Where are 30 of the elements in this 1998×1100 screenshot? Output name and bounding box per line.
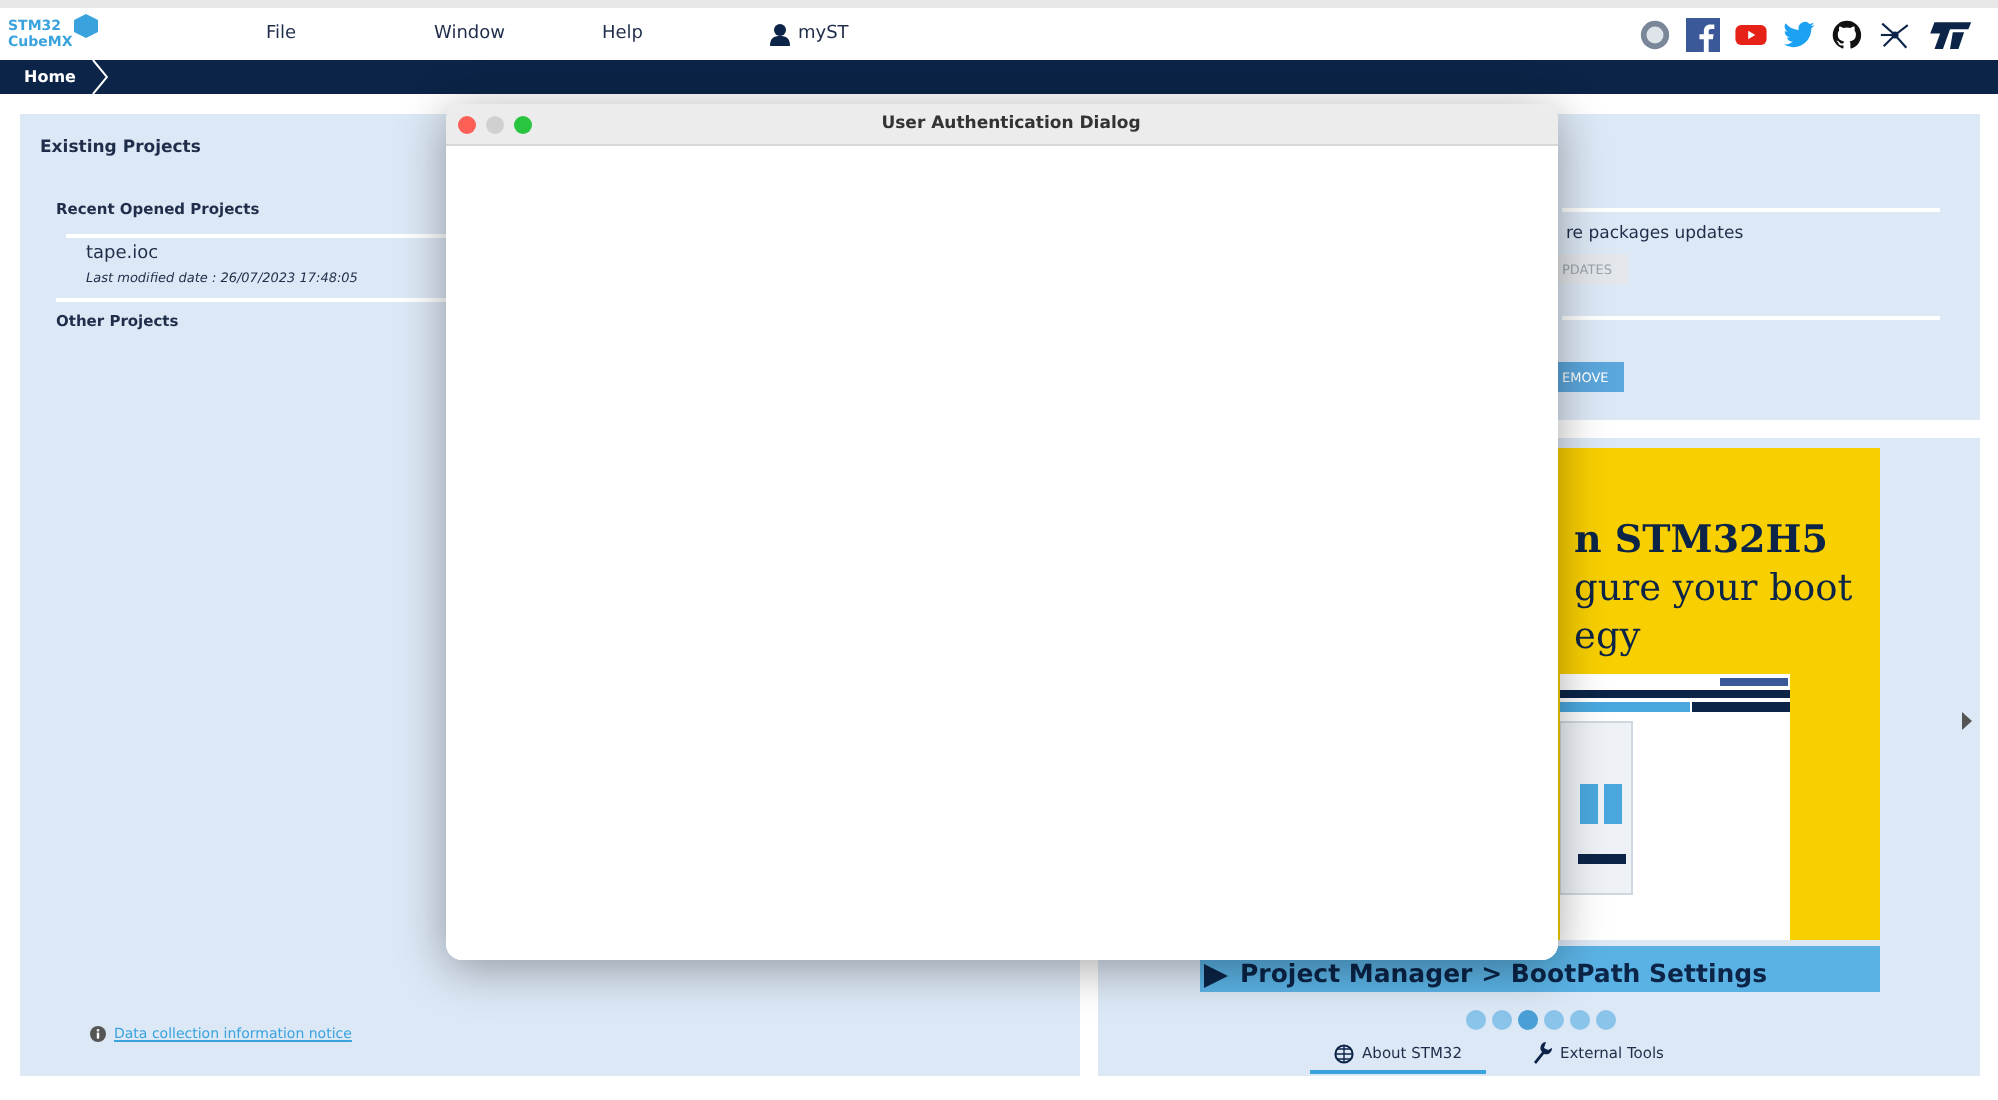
carousel-dot[interactable] [1570, 1010, 1590, 1030]
twitter-icon[interactable] [1782, 17, 1816, 51]
carousel-dot[interactable] [1518, 1010, 1538, 1030]
banner-text: egy [1574, 614, 1643, 662]
section-title: re packages updates [1566, 224, 1746, 244]
carousel-dot[interactable] [1466, 1010, 1486, 1030]
zoom-button[interactable] [514, 115, 532, 133]
github-icon[interactable] [1830, 17, 1864, 51]
panel-title: Existing Projects [40, 138, 203, 158]
banner-text: gure your boot [1574, 566, 1855, 614]
globe-icon [1334, 1043, 1355, 1063]
user-icon [770, 23, 790, 45]
dialog-title: User Authentication Dialog [879, 114, 1143, 134]
info-icon [90, 1026, 106, 1042]
minimize-button[interactable] [486, 115, 504, 133]
carousel-dot[interactable] [1492, 1010, 1512, 1030]
menu-item[interactable]: Help [602, 24, 770, 44]
close-button[interactable] [458, 115, 476, 133]
play-icon [1204, 964, 1228, 988]
network-icon[interactable] [1878, 17, 1912, 51]
carousel-dot[interactable] [1596, 1010, 1616, 1030]
facebook-icon[interactable] [1686, 17, 1720, 51]
carousel-dot[interactable] [1544, 1010, 1564, 1030]
wrench-icon [1533, 1042, 1552, 1064]
menu-item[interactable]: Window [434, 24, 602, 44]
banner-headline: n STM32H5 [1574, 516, 1830, 566]
breadcrumb-item[interactable]: Home [0, 60, 92, 94]
account-button[interactable]: myST [770, 23, 849, 45]
next-arrow-icon[interactable] [1962, 711, 1972, 729]
menu-item[interactable]: File [266, 24, 434, 44]
